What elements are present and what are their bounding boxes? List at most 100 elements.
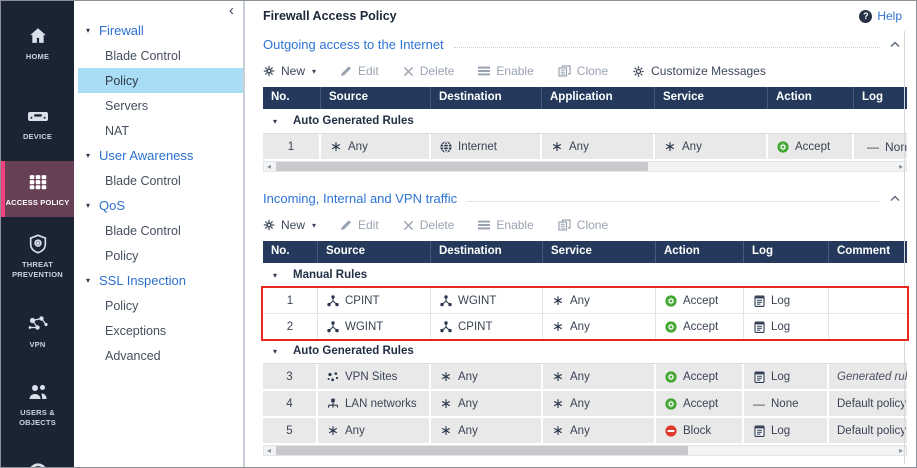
rule-cell: Log <box>744 288 829 313</box>
edit-button[interactable]: Edit <box>340 218 379 232</box>
group-label: Auto Generated Rules <box>293 115 414 127</box>
button-label: Enable <box>496 218 533 232</box>
sidebar-item-users-objects[interactable]: USERS & OBJECTS <box>1 371 74 437</box>
button-label: Enable <box>496 64 533 78</box>
rule-cell: ∗Any <box>431 391 543 416</box>
accept-icon <box>664 295 678 307</box>
help-button[interactable]: ? Help <box>859 9 902 23</box>
rule-cell: ∗Any <box>321 134 431 159</box>
rule-row-5[interactable]: 5∗Any∗Any∗AnyBlockLogDefault policy <box>263 418 907 443</box>
cell-text: Accept <box>683 321 718 333</box>
group-row-auto-generated-rules[interactable]: ▾Auto Generated Rules <box>263 339 907 364</box>
cell-text: Accept <box>795 141 830 153</box>
cell-text: Log <box>771 295 790 307</box>
rule-cell: Accept <box>656 364 744 389</box>
tree-section-ssl-inspection[interactable]: ▾SSL Inspection <box>74 268 243 293</box>
vertical-scrollbar[interactable] <box>904 31 915 464</box>
scroll-left-arrow-icon[interactable]: ◂ <box>264 446 274 455</box>
cell-text: Log <box>771 321 790 333</box>
sidebar-item-device[interactable]: DEVICE <box>1 95 74 151</box>
cell-text: None <box>771 398 799 410</box>
scrollbar-track[interactable] <box>274 446 896 455</box>
sidebar-item-logs-monitoring[interactable]: LOGS & MONITORING <box>1 445 74 468</box>
tree-item-blade-control[interactable]: Blade Control <box>74 218 243 243</box>
users-icon <box>26 380 50 404</box>
collapse-chevron-icon[interactable] <box>890 41 900 48</box>
enable-button[interactable]: Enable <box>478 64 533 78</box>
clone-button[interactable]: Clone <box>558 218 608 232</box>
delete-button[interactable]: Delete <box>403 64 455 78</box>
chevron-down-icon: ▾ <box>86 26 99 35</box>
horizontal-scrollbar[interactable]: ◂▸ <box>263 161 907 172</box>
tree-item-blade-control[interactable]: Blade Control <box>74 168 243 193</box>
shield-icon <box>27 232 49 256</box>
scrollbar-thumb[interactable] <box>276 446 688 455</box>
tree-item-blade-control[interactable]: Blade Control <box>74 43 243 68</box>
customize-messages-button[interactable]: Customize Messages <box>632 64 766 78</box>
rule-row-2[interactable]: 2WGINTCPINT∗AnyAcceptLog <box>263 314 907 339</box>
new-button[interactable]: New▾ <box>263 218 316 232</box>
log-icon <box>752 425 766 437</box>
rule-cell: —None <box>744 391 829 416</box>
rule-cell: Accept <box>656 288 744 313</box>
sidebar-item-access-policy[interactable]: ACCESS POLICY <box>1 161 74 217</box>
edit-button[interactable]: Edit <box>340 64 379 78</box>
rule-row-1[interactable]: 1CPINTWGINT∗AnyAcceptLog <box>263 288 907 314</box>
tree-item-nat[interactable]: NAT <box>74 118 243 143</box>
enable-button[interactable]: Enable <box>478 218 533 232</box>
rule-row-3[interactable]: 3VPN Sites∗Any∗AnyAcceptLogGenerated rul… <box>263 364 907 391</box>
scrollbar-track[interactable] <box>274 162 896 171</box>
any-icon: ∗ <box>663 140 677 154</box>
rule-row-4[interactable]: 4LAN networks∗Any∗AnyAccept—NoneDefault … <box>263 391 907 418</box>
home-icon <box>27 24 49 48</box>
tree-section-label: QoS <box>99 198 125 213</box>
tree-item-advanced[interactable]: Advanced <box>74 343 243 368</box>
chevron-down-icon: ▾ <box>86 201 99 210</box>
rule-row-1[interactable]: 1∗AnyInternet∗Any∗AnyAccept—None <box>263 134 907 159</box>
group-row-auto-generated-rules[interactable]: ▾Auto Generated Rules <box>263 109 907 134</box>
tree-section-firewall[interactable]: ▾Firewall <box>74 18 243 43</box>
any-icon: ∗ <box>439 370 453 384</box>
panel-collapse-icon[interactable]: ‹ <box>229 2 234 19</box>
rule-cell <box>829 314 907 339</box>
clone-button[interactable]: Clone <box>558 64 608 78</box>
chevron-down-icon: ▾ <box>86 151 99 160</box>
any-icon: ∗ <box>551 370 565 384</box>
rule-cell: Accept <box>656 314 744 339</box>
section-title: Outgoing access to the Internet <box>263 37 444 52</box>
cell-text: Internet <box>458 141 497 153</box>
page-header: Firewall Access Policy ? Help <box>263 9 902 23</box>
edit-icon <box>340 65 352 77</box>
rule-cell: Default policy <box>829 418 907 443</box>
highlight-rectangle: 1CPINTWGINT∗AnyAcceptLog2WGINTCPINT∗AnyA… <box>263 288 907 339</box>
section-outgoing-access-to-the-internet: Outgoing access to the Internet New▾ Edit D… <box>263 35 902 172</box>
any-icon: ∗ <box>326 424 340 438</box>
tree-section-user-awareness[interactable]: ▾User Awareness <box>74 143 243 168</box>
group-row-manual-rules[interactable]: ▾Manual Rules <box>263 263 907 288</box>
scrollbar-thumb[interactable] <box>276 162 648 171</box>
rule-cell <box>829 288 907 313</box>
tree-item-label: Policy <box>105 249 138 263</box>
tree-item-servers[interactable]: Servers <box>74 93 243 118</box>
scroll-left-arrow-icon[interactable]: ◂ <box>264 162 274 171</box>
tree-item-label: Exceptions <box>105 324 166 338</box>
tree-item-policy[interactable]: Policy <box>74 243 243 268</box>
vpn-sites-icon <box>326 371 340 383</box>
any-icon: ∗ <box>551 294 565 308</box>
sidebar-item-threat-prevention[interactable]: THREAT PREVENTION <box>1 223 74 289</box>
tree-item-exceptions[interactable]: Exceptions <box>74 318 243 343</box>
delete-button[interactable]: Delete <box>403 218 455 232</box>
horizontal-scrollbar[interactable]: ◂▸ <box>263 445 907 456</box>
nav-tree: ▾FirewallBlade ControlPolicyServersNAT▾U… <box>74 1 243 368</box>
collapse-chevron-icon[interactable] <box>890 195 900 202</box>
sidebar-item-home[interactable]: HOME <box>1 15 74 71</box>
tree-item-policy[interactable]: Policy <box>74 293 243 318</box>
new-button[interactable]: New▾ <box>263 64 316 78</box>
column-header-service: Service <box>543 241 656 263</box>
sidebar-item-vpn[interactable]: VPN <box>1 303 74 359</box>
help-icon: ? <box>859 10 872 23</box>
rule-cell: ∗Any <box>543 418 656 443</box>
cell-text: Accept <box>683 295 718 307</box>
tree-item-policy[interactable]: Policy <box>78 68 243 93</box>
tree-section-qos[interactable]: ▾QoS <box>74 193 243 218</box>
